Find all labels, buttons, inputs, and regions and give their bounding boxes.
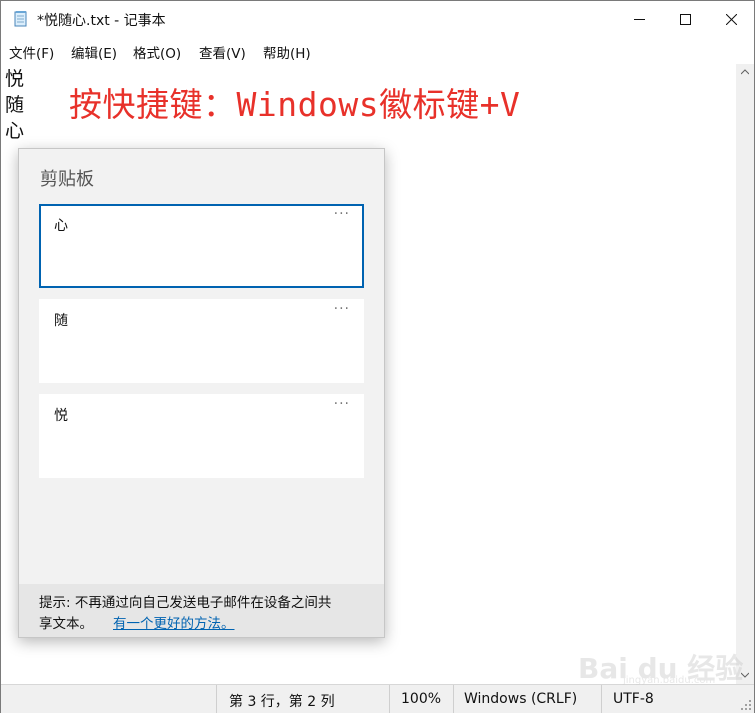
title-bar[interactable]: *悦随心.txt - 记事本 — [1, 1, 754, 37]
clipboard-item[interactable]: 心 ··· — [39, 204, 364, 288]
clipboard-item-text: 随 — [54, 313, 68, 329]
minimize-icon — [634, 19, 645, 20]
clipboard-title: 剪贴板 — [40, 169, 94, 190]
clipboard-tip-text: 提示: 不再通过向自己发送电子邮件在设备之间共 — [39, 595, 332, 611]
editor-line-1: 悦 — [5, 68, 25, 90]
status-line-ending: Windows (CRLF) — [464, 691, 578, 707]
status-divider — [216, 685, 217, 713]
scroll-up-button[interactable] — [736, 64, 754, 81]
window-title: *悦随心.txt - 记事本 — [37, 13, 166, 29]
vertical-scrollbar[interactable] — [736, 64, 754, 684]
minimize-button[interactable] — [616, 1, 662, 37]
menu-format[interactable]: 格式(O) — [133, 42, 181, 62]
status-zoom: 100% — [401, 691, 442, 707]
shortcut-annotation: 按快捷键：Windows徽标键+V — [69, 85, 521, 124]
notepad-app-icon[interactable] — [12, 10, 30, 28]
status-divider — [453, 685, 454, 713]
clipboard-panel: 剪贴板 心 ··· 随 ··· 悦 ··· 提示: 不再通过向自己发送电子邮件在… — [18, 148, 385, 638]
status-encoding: UTF-8 — [613, 691, 654, 707]
clipboard-item-text: 悦 — [54, 408, 68, 424]
editor-line-2: 随 — [5, 94, 25, 116]
maximize-icon — [680, 14, 691, 25]
menu-view[interactable]: 查看(V) — [199, 42, 246, 62]
status-cursor-position: 第 3 行，第 2 列 — [229, 694, 335, 710]
status-divider — [389, 685, 390, 713]
editor-line-3: 心 — [5, 120, 25, 142]
menu-bar: 文件(F) 编辑(E) 格式(O) 查看(V) 帮助(H) — [1, 38, 754, 64]
close-button[interactable] — [708, 1, 754, 37]
clipboard-item-text: 心 — [54, 218, 68, 234]
more-options-icon[interactable]: ··· — [334, 396, 350, 412]
watermark: Bai du 经验 jingyan.baidu.com — [578, 647, 743, 689]
menu-help[interactable]: 帮助(H) — [263, 42, 311, 62]
chevron-up-icon — [741, 69, 749, 75]
clipboard-item[interactable]: 悦 ··· — [39, 394, 364, 478]
menu-edit[interactable]: 编辑(E) — [71, 42, 117, 62]
watermark-url: jingyan.baidu.com — [623, 675, 716, 686]
more-options-icon[interactable]: ··· — [334, 206, 350, 222]
maximize-button[interactable] — [662, 1, 708, 37]
more-options-icon[interactable]: ··· — [334, 301, 350, 317]
clipboard-item[interactable]: 随 ··· — [39, 299, 364, 383]
better-way-link[interactable]: 有一个更好的方法。 — [113, 616, 235, 632]
clipboard-tip-text-end: 享文本。 — [39, 616, 93, 632]
clipboard-tip-line2: 享文本。 有一个更好的方法。 — [39, 612, 235, 632]
status-divider — [601, 685, 602, 713]
notepad-window: *悦随心.txt - 记事本 文件(F) 编辑(E) 格式(O) 查看(V) 帮… — [0, 0, 755, 713]
resize-grip-icon[interactable] — [740, 699, 752, 711]
clipboard-tip: 提示: 不再通过向自己发送电子邮件在设备之间共 享文本。 有一个更好的方法。 — [19, 584, 384, 637]
close-icon — [726, 14, 737, 25]
menu-file[interactable]: 文件(F) — [9, 42, 54, 62]
